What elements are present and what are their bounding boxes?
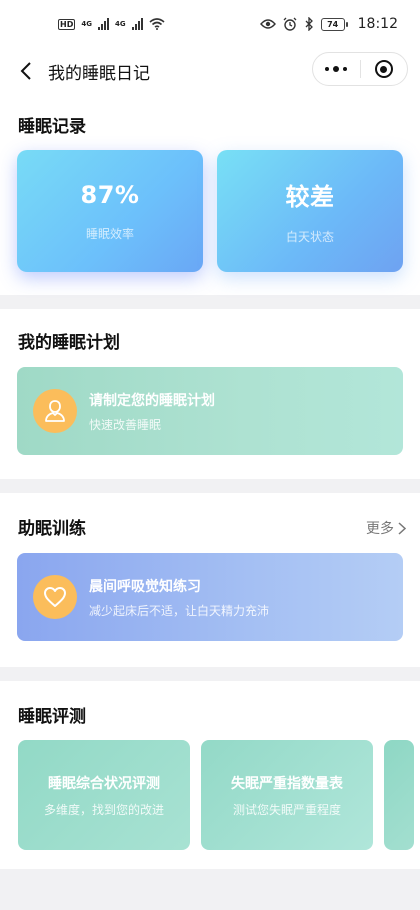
- target-icon: [374, 60, 393, 78]
- more-label: 更多: [366, 521, 394, 537]
- breathing-exercise-text: 晨间呼吸觉知练习 减少起床后不适，让白天精力充沛: [89, 576, 269, 619]
- daytime-state-value: 较差: [285, 183, 335, 211]
- network-type-1: 4G: [81, 20, 92, 28]
- heart-icon: [33, 575, 77, 619]
- signal-icon-1: [97, 18, 109, 30]
- signal-icon-2: [131, 18, 143, 30]
- next-assessment-card-partial[interactable]: [384, 740, 414, 850]
- training-title: 助眠训练: [18, 519, 86, 539]
- comprehensive-assessment-card[interactable]: 睡眠综合状况评测 多维度，找到您的改进: [18, 740, 190, 850]
- sleep-plan-card-sub: 快速改善睡眠: [89, 417, 162, 432]
- more-menu-button[interactable]: [313, 53, 360, 85]
- wifi-icon: [149, 18, 165, 30]
- sleep-plan-card-title: 请制定您的睡眠计划: [89, 392, 215, 409]
- breathing-exercise-sub: 减少起床后不适，让白天精力充沛: [89, 603, 270, 618]
- hd-icon: HD: [58, 18, 76, 30]
- network-type-2: 4G: [114, 20, 126, 28]
- sleep-efficiency-card[interactable]: 87% 睡眠效率: [17, 150, 203, 272]
- insomnia-index-title: 失眠严重指数量表: [231, 775, 343, 792]
- nav-bar: 我的睡眠日记: [0, 48, 420, 94]
- insomnia-index-card[interactable]: 失眠严重指数量表 测试您失眠严重程度: [201, 740, 373, 850]
- insomnia-index-sub: 测试您失眠严重程度: [232, 802, 341, 817]
- breathing-exercise-title: 晨间呼吸觉知练习: [89, 578, 201, 595]
- daytime-state-label: 白天状态: [285, 230, 334, 244]
- more-dots-icon: [325, 66, 348, 72]
- breathing-exercise-card[interactable]: 晨间呼吸觉知练习 减少起床后不适，让白天精力充沛: [17, 553, 403, 641]
- sleep-efficiency-label: 睡眠效率: [85, 226, 134, 241]
- status-left: HD 4G 4G: [58, 18, 165, 30]
- status-right: 74 18:12: [259, 16, 398, 32]
- sleep-efficiency-value: 87%: [80, 180, 140, 209]
- alarm-icon: [283, 17, 297, 31]
- sleep-plan-card[interactable]: 请制定您的睡眠计划 快速改善睡眠: [17, 367, 403, 455]
- sleep-record-title: 睡眠记录: [18, 117, 86, 137]
- assessment-title: 睡眠评测: [18, 707, 86, 727]
- close-program-button[interactable]: [361, 53, 408, 85]
- sleep-plan-text: 请制定您的睡眠计划 快速改善睡眠: [89, 390, 215, 433]
- battery-icon: 74: [320, 17, 348, 31]
- status-bar: HD 4G 4G 74 18:12: [0, 0, 420, 48]
- chevron-right-icon: [398, 521, 406, 535]
- comprehensive-assessment-title: 睡眠综合状况评测: [48, 775, 160, 792]
- training-more-link[interactable]: 更多: [366, 518, 406, 538]
- eye-icon: [259, 19, 276, 29]
- sleep-plan-title: 我的睡眠计划: [18, 333, 120, 353]
- bluetooth-icon: [305, 17, 313, 31]
- page-title: 我的睡眠日记: [48, 63, 150, 84]
- comprehensive-assessment-sub: 多维度，找到您的改进: [43, 802, 164, 817]
- user-icon: [33, 389, 77, 433]
- daytime-state-card[interactable]: 较差 白天状态: [217, 150, 403, 272]
- back-icon[interactable]: [16, 61, 36, 81]
- status-time: 18:12: [357, 16, 398, 32]
- mini-program-capsule: [312, 52, 408, 86]
